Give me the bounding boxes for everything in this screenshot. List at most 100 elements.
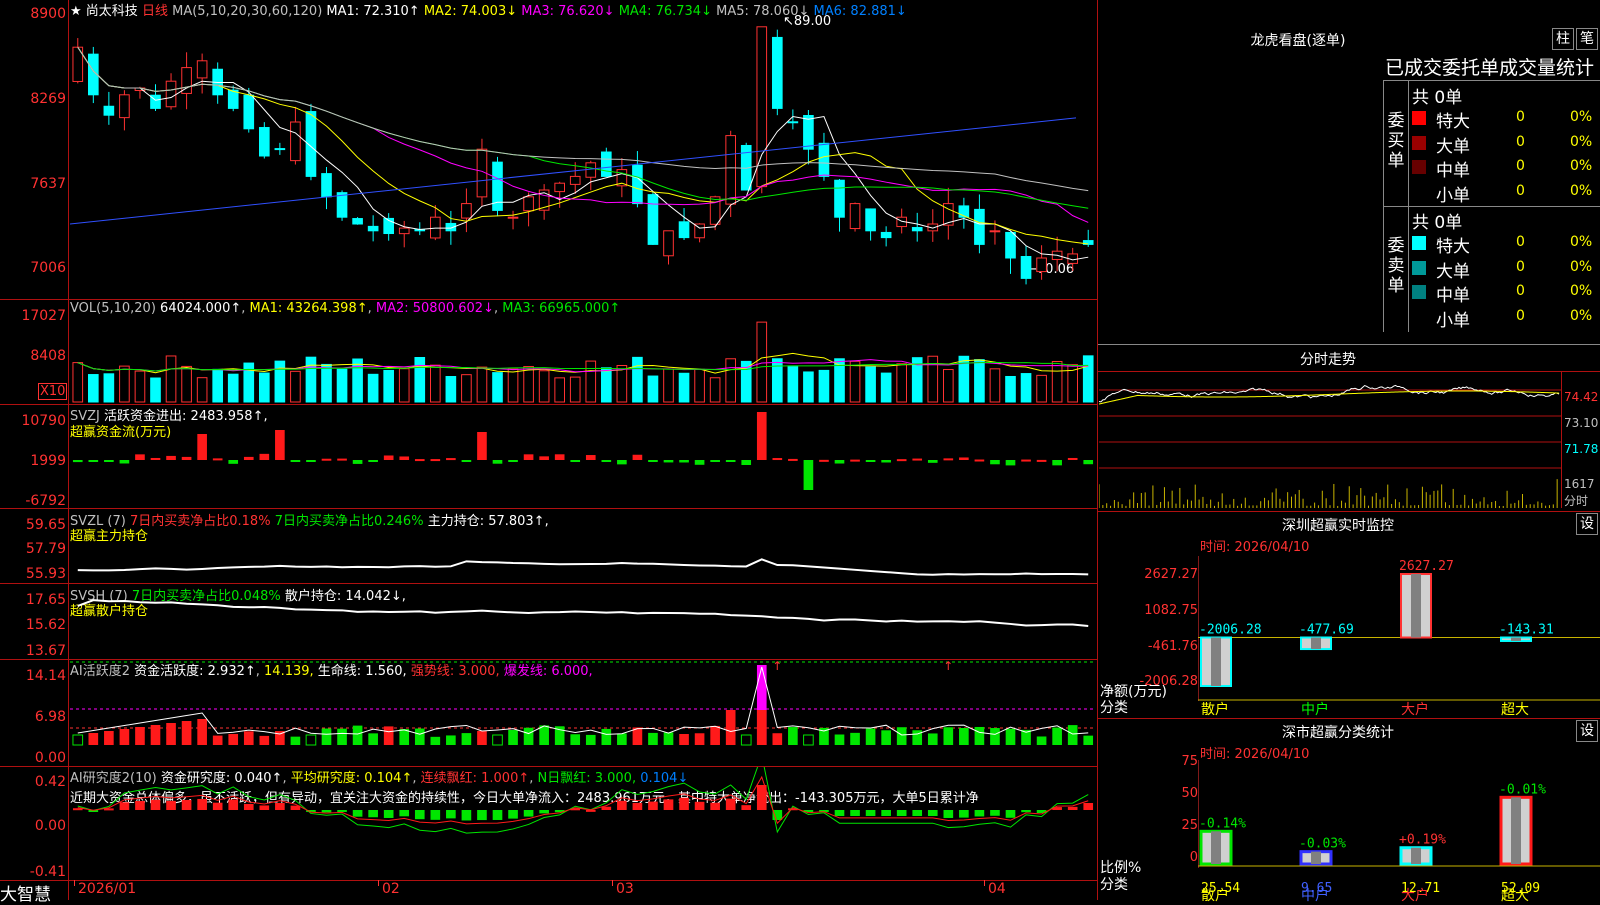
candle-body <box>849 203 861 230</box>
intraday-title: 分时走势 <box>1300 352 1356 368</box>
color-swatch-icon <box>1412 236 1426 250</box>
fund-flow-bar <box>741 460 752 465</box>
volume-chart[interactable] <box>70 300 1096 404</box>
research-bar <box>228 799 239 810</box>
fund-flow-bar <box>461 460 472 462</box>
fund-flow-bar <box>710 460 720 462</box>
sell-row-name: 中单 <box>1436 286 1470 306</box>
buy-row-count: 0 <box>1516 133 1525 150</box>
research-bar <box>119 802 130 810</box>
intraday-chart[interactable] <box>1099 372 1561 508</box>
research-bar <box>135 800 145 810</box>
svzj-axis-label: -6792 <box>25 493 66 509</box>
research-bar <box>710 802 720 810</box>
intraday-mode-label[interactable]: 分时 <box>1564 492 1588 509</box>
sz-monitor-xlabel: 分类 <box>1100 700 1128 716</box>
candle-body <box>119 94 130 119</box>
price-axis-label: 7637 <box>30 176 66 192</box>
activity-bar <box>508 730 518 745</box>
sz-monitor-chart: -2006.28 散户 -477.69 中户 2627.27 大户 -143.31 超大 <box>1198 556 1600 716</box>
candle-body <box>818 142 830 177</box>
sz-monitor-axis-label: 2627.27 <box>1144 567 1198 582</box>
candle-body <box>569 175 581 185</box>
category-label: 中户 <box>1301 701 1329 716</box>
volume-bar <box>616 365 628 403</box>
sz-class-axis-label: 75 <box>1181 754 1198 769</box>
date-axis: 2026/01 02 03 04 <box>70 880 1096 900</box>
activity-bar <box>337 728 347 745</box>
research-bar <box>181 799 192 810</box>
research-bar <box>741 805 752 810</box>
fund-flow-bar <box>850 459 860 462</box>
ai1-axis-label: 0.00 <box>34 750 66 766</box>
tick-mode-button[interactable]: 笔 <box>1576 28 1598 50</box>
activity-bar <box>212 735 223 745</box>
activity-bar <box>383 726 394 745</box>
fund-flow-bar <box>834 460 845 464</box>
activity-line <box>77 666 1089 736</box>
fund-flow-bar <box>1083 460 1094 465</box>
activity-bar <box>648 732 658 745</box>
research-bar <box>430 810 441 820</box>
volume-bar <box>445 376 457 403</box>
retail-line <box>77 599 1089 628</box>
buy-row-name: 大单 <box>1436 136 1470 157</box>
sz-class-axis-label: 0 <box>1189 850 1198 865</box>
sz-monitor-axis-label: -461.76 <box>1147 639 1198 654</box>
activity-bar <box>305 734 317 746</box>
net-flow-bar-shade <box>1511 637 1521 641</box>
activity-bar <box>1067 725 1078 745</box>
main-force-position-chart[interactable] <box>70 509 1096 583</box>
fund-flow-bar <box>275 430 285 460</box>
activity-bar <box>974 726 985 745</box>
color-swatch-icon <box>1412 309 1426 324</box>
candle-body <box>398 227 410 235</box>
volume-bar <box>119 365 130 403</box>
volume-bar <box>492 372 503 403</box>
activity-bar <box>601 728 612 745</box>
fund-flow-bar <box>228 460 239 464</box>
research-bar <box>912 810 923 816</box>
volume-bar <box>305 356 317 403</box>
sell-row-name: 小单 <box>1436 310 1470 331</box>
volume-bar <box>461 374 472 403</box>
research-bar <box>197 798 207 810</box>
volume-bar <box>756 321 768 403</box>
fund-flow-bar <box>1036 459 1047 462</box>
retail-position-chart[interactable] <box>70 584 1096 659</box>
volume-bar <box>181 365 192 403</box>
volume-bar <box>1051 361 1063 403</box>
ai-activity-chart[interactable]: ↑ ↑ <box>70 660 1096 766</box>
research-bar <box>601 806 612 810</box>
activity-bar <box>959 727 969 745</box>
buy-total: 共 0单 <box>1412 88 1463 108</box>
sz-class-settings-button[interactable]: 设 <box>1576 720 1598 742</box>
volume-bar <box>150 377 161 403</box>
bar-mode-button[interactable]: 柱 <box>1552 28 1574 50</box>
ai-research-chart[interactable] <box>70 767 1096 880</box>
svsh-axis-label: 15.62 <box>25 617 66 633</box>
fund-flow-bar <box>648 460 658 462</box>
fund-flow-bar <box>1067 457 1078 460</box>
activity-bar <box>896 727 907 745</box>
candle-body <box>165 80 177 108</box>
activity-bar <box>477 730 487 745</box>
research-bar <box>461 810 472 821</box>
sell-side-label: 委卖单 <box>1387 236 1405 296</box>
date-label: 2026/01 <box>78 881 137 897</box>
candle-body <box>352 218 363 225</box>
research-bar <box>212 802 223 810</box>
activity-bar <box>943 727 954 745</box>
activity-bar <box>399 729 410 745</box>
fund-flow-bar <box>368 460 378 462</box>
research-bar <box>632 802 643 810</box>
fund-flow-bar <box>865 460 876 462</box>
candlestick-chart[interactable] <box>70 16 1096 298</box>
activity-bar <box>725 710 736 745</box>
fund-flow-chart[interactable] <box>70 405 1096 508</box>
sz-monitor-settings-button[interactable]: 设 <box>1576 513 1598 535</box>
activity-bar <box>197 719 207 745</box>
activity-bar <box>881 730 891 745</box>
fund-flow-bar <box>617 460 627 465</box>
volume-bar <box>678 372 690 403</box>
